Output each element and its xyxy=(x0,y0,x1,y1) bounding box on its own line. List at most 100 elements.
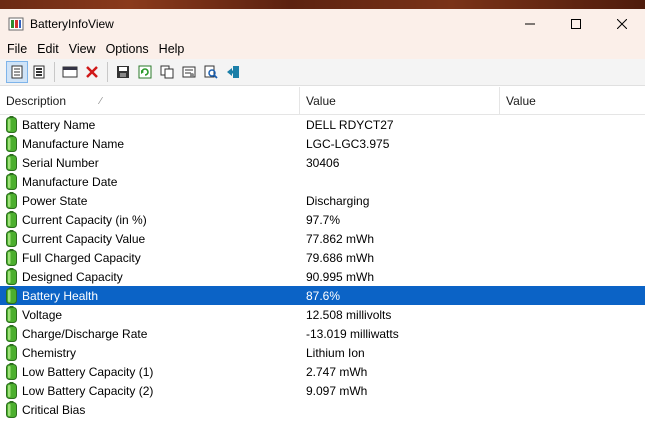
row-description: Voltage xyxy=(22,307,63,322)
battery-icon xyxy=(6,325,17,342)
maximize-icon xyxy=(571,19,581,29)
row-value: LGC-LGC3.975 xyxy=(306,136,390,151)
log-view-icon xyxy=(33,65,45,79)
row-description: Battery Health xyxy=(22,288,99,303)
menu-view[interactable]: View xyxy=(64,42,101,56)
list-row[interactable]: Charge/Discharge Rate -13.019 milliwatts xyxy=(0,324,645,343)
row-description: Low Battery Capacity (1) xyxy=(22,364,154,379)
list-row[interactable]: Low Battery Capacity (2) 9.097 mWh xyxy=(0,381,645,400)
row-value: 30406 xyxy=(306,155,340,170)
row-description: Low Battery Capacity (2) xyxy=(22,383,154,398)
row-description: Designed Capacity xyxy=(22,269,123,284)
battery-icon xyxy=(6,382,17,399)
battery-info-list[interactable]: Description ∕ Value Value Battery Name DE… xyxy=(0,87,645,421)
refresh-button[interactable] xyxy=(134,61,156,83)
battery-icon xyxy=(6,287,17,304)
close-icon xyxy=(617,19,627,29)
battery-icon xyxy=(6,249,17,266)
row-value: 97.7% xyxy=(306,212,341,227)
list-row[interactable]: Low Battery Capacity (1) 2.747 mWh xyxy=(0,362,645,381)
battery-info-view-button[interactable] xyxy=(6,61,28,83)
row-description: Chemistry xyxy=(22,345,77,360)
row-value: 79.686 mWh xyxy=(306,250,375,265)
list-row[interactable]: Current Capacity Value 77.862 mWh xyxy=(0,229,645,248)
list-row[interactable]: Designed Capacity 90.995 mWh xyxy=(0,267,645,286)
battery-icon xyxy=(6,116,17,133)
list-row[interactable]: Voltage 12.508 millivolts xyxy=(0,305,645,324)
menu-file[interactable]: File xyxy=(2,42,32,56)
battery-icon xyxy=(6,173,17,190)
row-value: 12.508 millivolts xyxy=(306,307,392,322)
battery-icon xyxy=(6,211,17,228)
minimize-button[interactable] xyxy=(507,9,553,39)
battery-info-view-icon xyxy=(11,65,23,79)
column-header-value-2[interactable]: Value xyxy=(500,87,645,115)
clear-button[interactable] xyxy=(81,61,103,83)
battery-icon xyxy=(6,135,17,152)
row-description: Full Charged Capacity xyxy=(22,250,141,265)
options-button[interactable] xyxy=(59,61,81,83)
exit-button[interactable] xyxy=(222,61,244,83)
copy-button[interactable] xyxy=(156,61,178,83)
list-row[interactable]: Manufacture Date xyxy=(0,172,645,191)
find-icon xyxy=(204,65,218,79)
row-value: DELL RDYCT27 xyxy=(306,117,394,132)
list-row[interactable]: Battery Name DELL RDYCT27 xyxy=(0,115,645,134)
row-description: Power State xyxy=(22,193,88,208)
row-value: 2.747 mWh xyxy=(306,364,368,379)
column-header-value-label: Value xyxy=(306,94,336,108)
list-header: Description ∕ Value Value xyxy=(0,87,645,115)
list-row[interactable]: Chemistry Lithium Ion xyxy=(0,343,645,362)
row-value: 9.097 mWh xyxy=(306,383,368,398)
menu-help[interactable]: Help xyxy=(154,42,190,56)
toolbar xyxy=(0,59,645,86)
list-row[interactable]: Current Capacity (in %) 97.7% xyxy=(0,210,645,229)
battery-icon xyxy=(6,268,17,285)
minimize-icon xyxy=(525,23,535,25)
list-row[interactable]: Critical Bias xyxy=(0,400,645,419)
list-row[interactable]: Manufacture Name LGC-LGC3.975 xyxy=(0,134,645,153)
clear-icon xyxy=(86,66,98,78)
save-button[interactable] xyxy=(112,61,134,83)
close-button[interactable] xyxy=(599,9,645,39)
row-description: Current Capacity Value xyxy=(22,231,146,246)
menu-options[interactable]: Options xyxy=(101,42,154,56)
battery-icon xyxy=(6,363,17,380)
log-view-button[interactable] xyxy=(28,61,50,83)
row-description: Manufacture Date xyxy=(22,174,118,189)
app-icon xyxy=(8,16,24,32)
battery-icon xyxy=(6,192,17,209)
sort-ascending-icon: ∕ xyxy=(100,95,102,107)
column-header-description[interactable]: Description ∕ xyxy=(0,87,300,115)
list-row[interactable]: Serial Number 30406 xyxy=(0,153,645,172)
list-row[interactable]: Power State Discharging xyxy=(0,191,645,210)
row-description: Battery Name xyxy=(22,117,96,132)
list-rows: Battery Name DELL RDYCT27 Manufacture Nam… xyxy=(0,115,645,419)
window-controls xyxy=(507,9,645,39)
row-value: -13.019 milliwatts xyxy=(306,326,399,341)
menu-bar: File Edit View Options Help xyxy=(0,39,645,59)
title-bar[interactable]: BatteryInfoView xyxy=(0,9,645,39)
row-value: 90.995 mWh xyxy=(306,269,375,284)
copy-icon xyxy=(160,65,174,79)
properties-icon xyxy=(182,66,196,78)
list-row[interactable]: Full Charged Capacity 79.686 mWh xyxy=(0,248,645,267)
find-button[interactable] xyxy=(200,61,222,83)
column-header-value-2-label: Value xyxy=(506,94,536,108)
toolbar-separator xyxy=(107,62,108,82)
properties-button[interactable] xyxy=(178,61,200,83)
maximize-button[interactable] xyxy=(553,9,599,39)
battery-icon xyxy=(6,154,17,171)
list-row-selected[interactable]: Battery Health 87.6% xyxy=(0,286,645,305)
options-icon xyxy=(62,66,78,78)
row-value: 87.6% xyxy=(306,288,341,303)
battery-icon xyxy=(6,306,17,323)
toolbar-separator xyxy=(54,62,55,82)
battery-icon xyxy=(6,401,17,418)
column-header-description-label: Description xyxy=(6,94,67,108)
battery-icon xyxy=(6,230,17,247)
refresh-icon xyxy=(138,65,152,79)
window-title: BatteryInfoView xyxy=(30,17,114,31)
menu-edit[interactable]: Edit xyxy=(32,42,64,56)
column-header-value[interactable]: Value xyxy=(300,87,500,115)
